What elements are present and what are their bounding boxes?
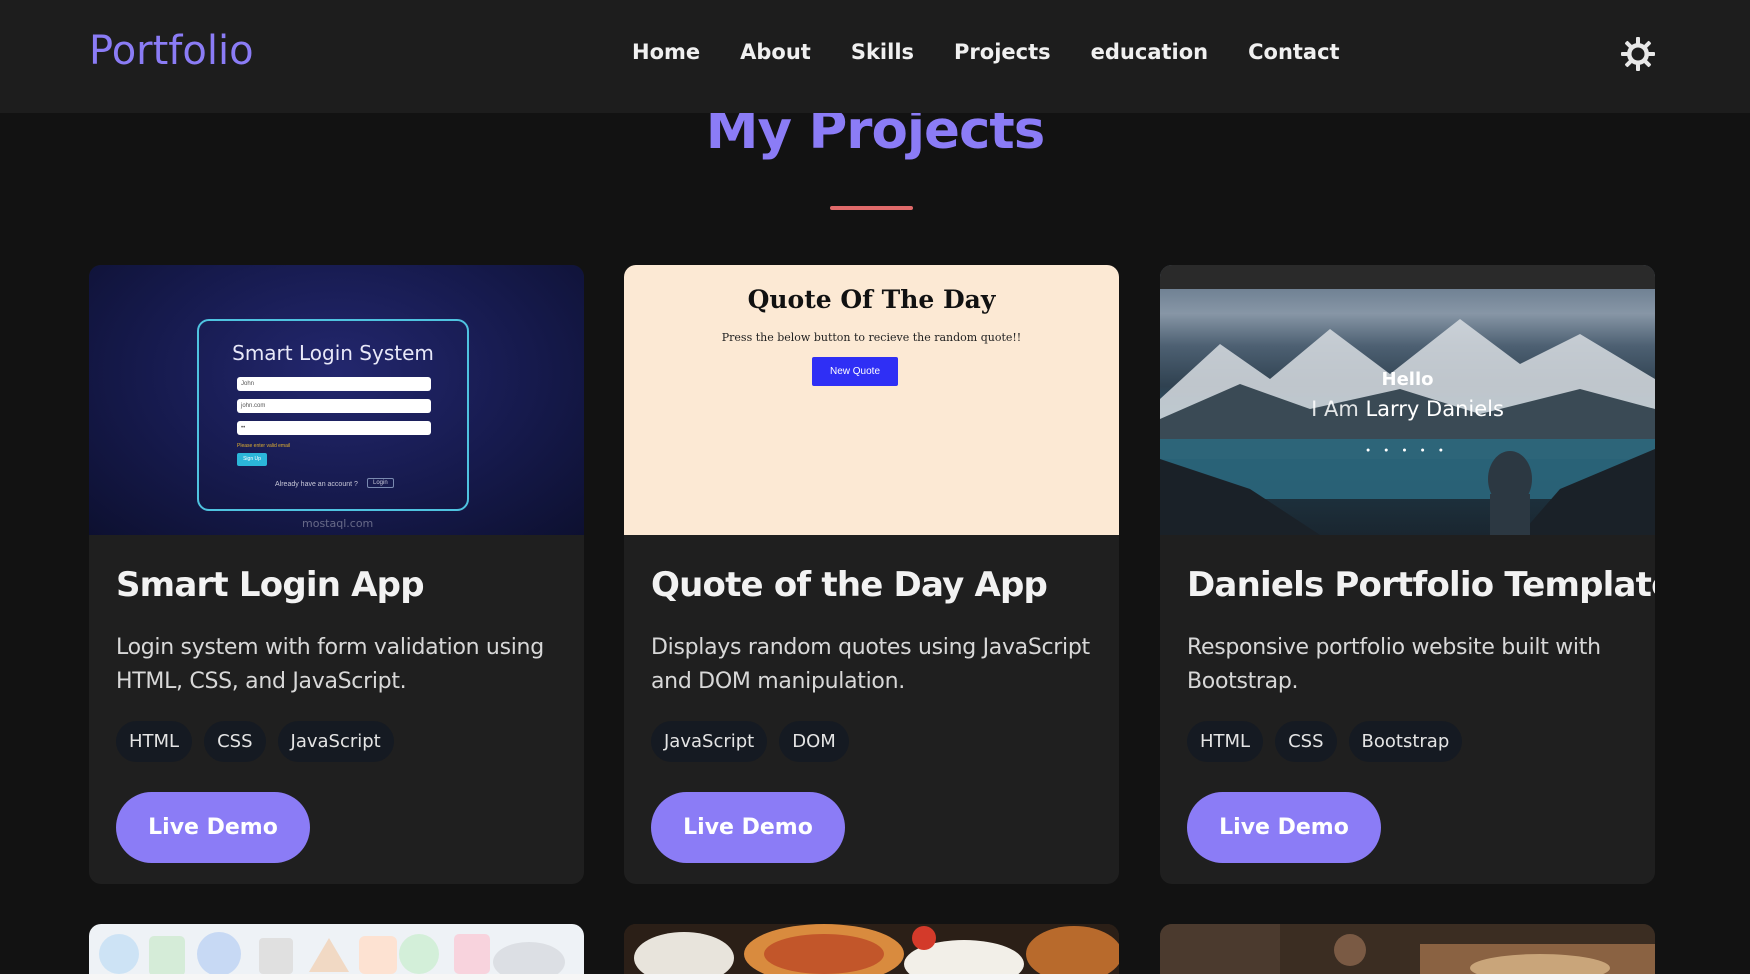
- thumb-new-quote-button: New Quote: [812, 357, 898, 386]
- navbar: Portfolio Home About Skills Projects edu…: [0, 0, 1750, 113]
- login-panel: Smart Login System John john.com •• Plea…: [197, 319, 469, 511]
- project-title: Daniels Portfolio Template: [1187, 565, 1655, 605]
- tag: CSS: [204, 721, 266, 762]
- thumb-heading: Quote Of The Day: [747, 285, 996, 314]
- tag-list: HTML CSS JavaScript: [116, 721, 557, 762]
- thumb-submit: Sign Up: [237, 453, 267, 466]
- project-card-daniels: Hello I Am Larry Daniels ● ● ● ● ● Danie…: [1160, 265, 1655, 884]
- project-card-partial: [624, 924, 1119, 980]
- project-title: Quote of the Day App: [651, 565, 1048, 605]
- food-thumbnail: [624, 924, 1119, 980]
- kitchen-thumbnail: [1160, 924, 1655, 980]
- nav-skills[interactable]: Skills: [851, 40, 914, 64]
- live-demo-button[interactable]: Live Demo: [1187, 792, 1381, 863]
- tag: CSS: [1275, 721, 1337, 762]
- thumb-login: Login: [367, 478, 394, 488]
- card-body: Daniels Portfolio Template Responsive po…: [1160, 535, 1655, 863]
- card-body: Smart Login App Login system with form v…: [89, 535, 584, 863]
- browser-bar: [1160, 265, 1655, 289]
- tag-list: HTML CSS Bootstrap: [1187, 721, 1628, 762]
- project-description: Displays random quotes using JavaScript …: [651, 635, 1090, 694]
- project-card-smart-login: Smart Login System John john.com •• Plea…: [89, 265, 584, 884]
- thumb-input: John: [237, 377, 431, 391]
- watermark: mostaql.com: [302, 517, 374, 530]
- project-title: Smart Login App: [116, 565, 425, 605]
- bottom-edge: [0, 974, 1750, 980]
- sun-icon[interactable]: [1620, 36, 1656, 72]
- thumb-subtext: Press the below button to recieve the ra…: [721, 331, 1022, 344]
- thumb-input: john.com: [237, 399, 431, 413]
- project-card-partial: [89, 924, 584, 980]
- thumb-hello: Hello: [1381, 369, 1434, 390]
- project-thumbnail: Hello I Am Larry Daniels ● ● ● ● ●: [1160, 265, 1655, 535]
- thumb-intro: I Am: [1311, 397, 1359, 421]
- project-thumbnail: Smart Login System John john.com •• Plea…: [89, 265, 584, 535]
- social-icons: ● ● ● ● ●: [1366, 447, 1449, 454]
- thumb-error: Please enter valid email: [237, 443, 291, 449]
- nav-projects[interactable]: Projects: [954, 40, 1051, 64]
- tag: DOM: [779, 721, 849, 762]
- tag: Bootstrap: [1348, 721, 1463, 762]
- title-underline: [830, 206, 913, 210]
- thumb-input: ••: [237, 421, 431, 435]
- live-demo-button[interactable]: Live Demo: [651, 792, 845, 863]
- nav-about[interactable]: About: [740, 40, 811, 64]
- nav-home[interactable]: Home: [632, 40, 700, 64]
- nav-contact[interactable]: Contact: [1248, 40, 1340, 64]
- thumb-heading: Smart Login System: [232, 341, 434, 365]
- tag: HTML: [1187, 721, 1264, 762]
- logo[interactable]: Portfolio: [89, 28, 254, 74]
- app-icons-thumbnail: [99, 932, 565, 980]
- project-description: Login system with form validation using …: [116, 635, 544, 694]
- project-card-partial: [1160, 924, 1655, 980]
- card-body: Quote of the Day App Displays random quo…: [624, 535, 1119, 863]
- nav-education[interactable]: education: [1091, 40, 1208, 64]
- tag-list: JavaScript DOM: [651, 721, 1092, 762]
- live-demo-button[interactable]: Live Demo: [116, 792, 310, 863]
- project-thumbnail: Quote Of The Day Press the below button …: [624, 265, 1119, 535]
- nav-links: Home About Skills Projects education Con…: [632, 40, 1340, 64]
- tag: JavaScript: [651, 721, 768, 762]
- project-description: Responsive portfolio website built with …: [1187, 635, 1601, 694]
- project-card-quote: Quote Of The Day Press the below button …: [624, 265, 1119, 884]
- thumb-name: Larry Daniels: [1365, 397, 1504, 421]
- tag: HTML: [116, 721, 193, 762]
- tag: JavaScript: [277, 721, 394, 762]
- thumb-footer: Already have an account ?: [275, 481, 358, 488]
